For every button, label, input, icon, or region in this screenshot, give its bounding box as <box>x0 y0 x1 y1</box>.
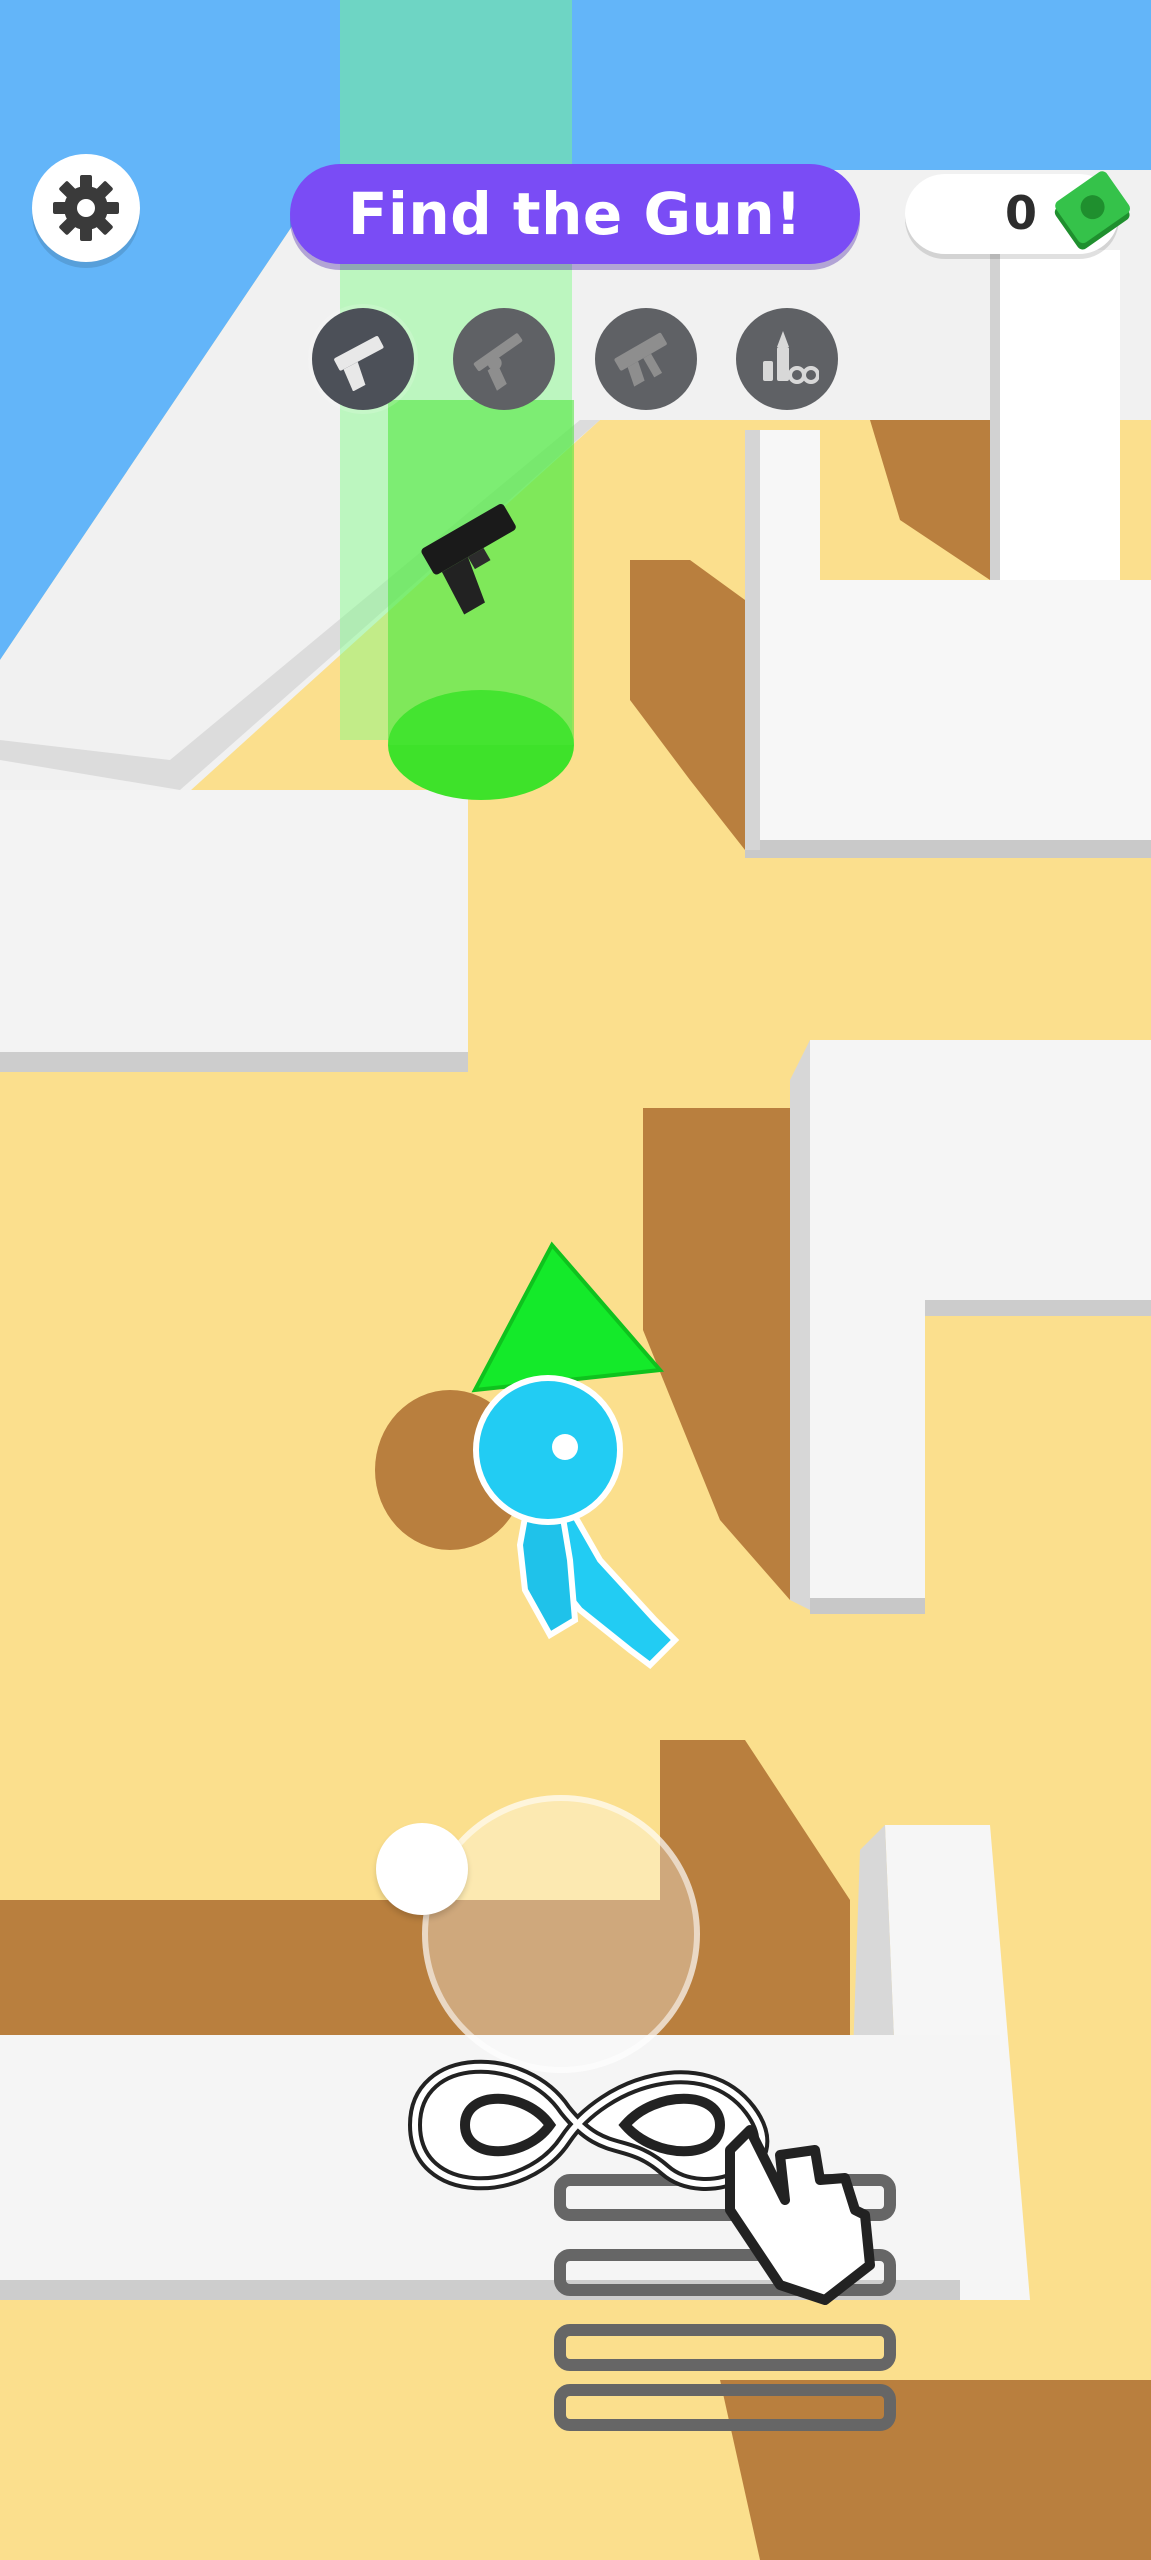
wall-right-top-side <box>990 250 1000 580</box>
wall-mid-left <box>0 790 468 1052</box>
smg-icon <box>614 332 667 387</box>
weapon-slot-ammo[interactable] <box>736 308 838 410</box>
infinity-swipe-hand-icon <box>408 2059 875 2305</box>
revolver-icon <box>473 333 523 391</box>
ammo-handcuffs-icon <box>763 331 819 384</box>
pointer-hand <box>725 2125 875 2305</box>
wall-right-mid-bottom <box>810 1598 925 1614</box>
cash-stack-icon <box>1054 171 1130 250</box>
wall-right-block-side <box>745 430 760 850</box>
objective-title: Find the Gun! <box>347 180 803 248</box>
wall-right-mid-side <box>790 1040 810 1610</box>
weapon-slot-pistol[interactable] <box>312 308 414 410</box>
wall-right-top <box>1000 250 1120 580</box>
wall-right-block-front <box>745 840 1151 858</box>
wall-mid-left-edge <box>0 1052 468 1072</box>
settings-button[interactable] <box>32 154 140 262</box>
joystick-knob[interactable] <box>376 1823 468 1915</box>
pickup-beam-body <box>388 400 574 745</box>
gear-icon <box>53 175 119 241</box>
pistol-icon <box>334 336 384 391</box>
shadow-floor-bottom <box>720 2380 1151 2560</box>
objective-banner: Find the Gun! <box>290 164 860 264</box>
weapon-slot-revolver[interactable] <box>453 308 555 410</box>
weapon-slot-smg[interactable] <box>595 308 697 410</box>
wall-right-mid-ledge <box>925 1300 1151 1316</box>
money-value: 0 <box>1005 186 1038 240</box>
money-counter: 0 <box>905 171 1130 254</box>
